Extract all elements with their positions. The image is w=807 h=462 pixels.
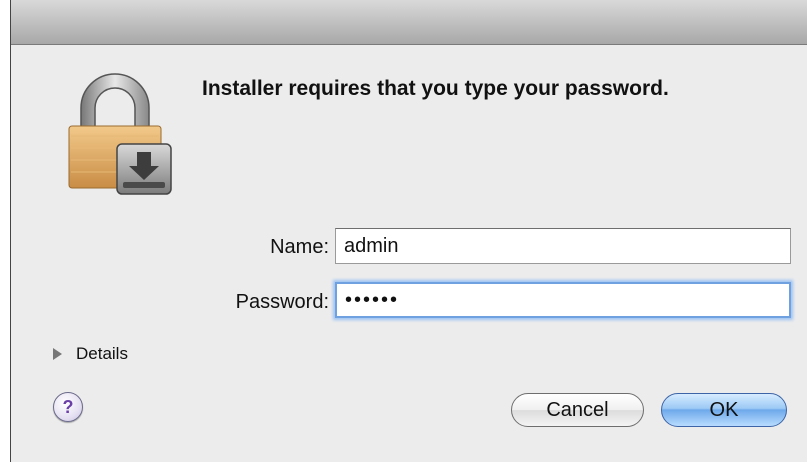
name-field[interactable] — [335, 228, 791, 264]
password-label: Password: — [235, 291, 329, 313]
help-button[interactable]: ? — [53, 392, 83, 422]
cancel-button[interactable]: Cancel — [511, 393, 644, 427]
lock-installer-icon — [68, 73, 172, 195]
ok-button[interactable]: OK — [661, 393, 787, 427]
title-bar[interactable] — [11, 0, 807, 45]
details-label: Details — [76, 344, 128, 363]
details-disclosure[interactable]: Details — [53, 344, 128, 364]
disclosure-triangle-icon[interactable] — [53, 348, 62, 360]
dialog-message: Installer requires that you type your pa… — [202, 77, 669, 100]
question-mark-icon: ? — [62, 396, 74, 417]
password-field[interactable] — [335, 282, 791, 318]
auth-dialog: Installer requires that you type your pa… — [10, 0, 807, 462]
name-label: Name: — [270, 236, 329, 258]
